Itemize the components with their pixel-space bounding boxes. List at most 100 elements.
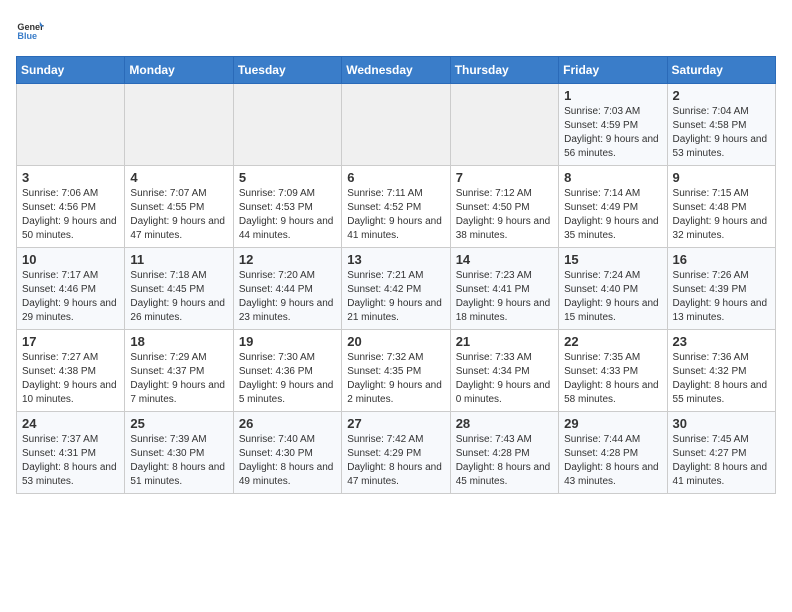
calendar-day: 30 Sunrise: 7:45 AM Sunset: 4:27 PM Dayli…	[667, 412, 775, 494]
day-info: Sunrise: 7:21 AM Sunset: 4:42 PM Dayligh…	[347, 269, 444, 325]
calendar-day: 9 Sunrise: 7:15 AM Sunset: 4:48 PM Daylig…	[667, 166, 775, 248]
day-number: 2	[673, 88, 770, 103]
calendar-day: 3 Sunrise: 7:06 AM Sunset: 4:56 PM Daylig…	[17, 166, 125, 248]
calendar-day: 15 Sunrise: 7:24 AM Sunset: 4:40 PM Dayli…	[559, 248, 667, 330]
day-info: Sunrise: 7:20 AM Sunset: 4:44 PM Dayligh…	[239, 269, 336, 325]
calendar-day: 18 Sunrise: 7:29 AM Sunset: 4:37 PM Dayli…	[125, 330, 233, 412]
day-number: 5	[239, 170, 336, 185]
day-number: 29	[564, 416, 661, 431]
day-info: Sunrise: 7:45 AM Sunset: 4:27 PM Dayligh…	[673, 433, 770, 489]
calendar-day: 28Sunrise: 7:43 AM Sunset: 4:28 PM Dayli…	[450, 412, 558, 494]
day-info: Sunrise: 7:40 AM Sunset: 4:30 PM Dayligh…	[239, 433, 336, 489]
calendar-day: 2 Sunrise: 7:04 AM Sunset: 4:58 PM Daylig…	[667, 84, 775, 166]
calendar-day	[233, 84, 341, 166]
weekday-header-wednesday: Wednesday	[342, 57, 450, 84]
day-number: 4	[130, 170, 227, 185]
weekday-header-friday: Friday	[559, 57, 667, 84]
calendar-week-4: 17 Sunrise: 7:27 AM Sunset: 4:38 PM Dayli…	[17, 330, 776, 412]
day-number: 8	[564, 170, 661, 185]
day-info: Sunrise: 7:18 AM Sunset: 4:45 PM Dayligh…	[130, 269, 227, 325]
calendar-day: 17 Sunrise: 7:27 AM Sunset: 4:38 PM Dayli…	[17, 330, 125, 412]
calendar-day: 25 Sunrise: 7:39 AM Sunset: 4:30 PM Dayli…	[125, 412, 233, 494]
calendar-day: 22Sunrise: 7:35 AM Sunset: 4:33 PM Dayli…	[559, 330, 667, 412]
calendar-day: 11 Sunrise: 7:18 AM Sunset: 4:45 PM Dayli…	[125, 248, 233, 330]
day-info: Sunrise: 7:17 AM Sunset: 4:46 PM Dayligh…	[22, 269, 119, 325]
day-info: Sunrise: 7:12 AM Sunset: 4:50 PM Dayligh…	[456, 187, 553, 243]
day-info: Sunrise: 7:23 AM Sunset: 4:41 PM Dayligh…	[456, 269, 553, 325]
day-info: Sunrise: 7:42 AM Sunset: 4:29 PM Dayligh…	[347, 433, 444, 489]
day-number: 15	[564, 252, 661, 267]
day-number: 13	[347, 252, 444, 267]
day-info: Sunrise: 7:44 AM Sunset: 4:28 PM Dayligh…	[564, 433, 661, 489]
calendar-day: 16Sunrise: 7:26 AM Sunset: 4:39 PM Dayli…	[667, 248, 775, 330]
day-info: Sunrise: 7:11 AM Sunset: 4:52 PM Dayligh…	[347, 187, 444, 243]
day-number: 21	[456, 334, 553, 349]
calendar-day: 24Sunrise: 7:37 AM Sunset: 4:31 PM Dayli…	[17, 412, 125, 494]
day-number: 25	[130, 416, 227, 431]
day-info: Sunrise: 7:36 AM Sunset: 4:32 PM Dayligh…	[673, 351, 770, 407]
day-number: 10	[22, 252, 119, 267]
svg-text:Blue: Blue	[17, 31, 37, 41]
calendar-day	[450, 84, 558, 166]
day-info: Sunrise: 7:29 AM Sunset: 4:37 PM Dayligh…	[130, 351, 227, 407]
calendar-day: 12 Sunrise: 7:20 AM Sunset: 4:44 PM Dayli…	[233, 248, 341, 330]
calendar-day	[342, 84, 450, 166]
day-info: Sunrise: 7:15 AM Sunset: 4:48 PM Dayligh…	[673, 187, 770, 243]
weekday-header-saturday: Saturday	[667, 57, 775, 84]
day-number: 28	[456, 416, 553, 431]
calendar-day: 6 Sunrise: 7:11 AM Sunset: 4:52 PM Daylig…	[342, 166, 450, 248]
day-info: Sunrise: 7:24 AM Sunset: 4:40 PM Dayligh…	[564, 269, 661, 325]
calendar-week-5: 24Sunrise: 7:37 AM Sunset: 4:31 PM Dayli…	[17, 412, 776, 494]
calendar-day: 13 Sunrise: 7:21 AM Sunset: 4:42 PM Dayli…	[342, 248, 450, 330]
calendar-header-row: SundayMondayTuesdayWednesdayThursdayFrid…	[17, 57, 776, 84]
calendar-body: 1 Sunrise: 7:03 AM Sunset: 4:59 PM Daylig…	[17, 84, 776, 494]
day-number: 27	[347, 416, 444, 431]
weekday-header-monday: Monday	[125, 57, 233, 84]
day-number: 7	[456, 170, 553, 185]
day-info: Sunrise: 7:14 AM Sunset: 4:49 PM Dayligh…	[564, 187, 661, 243]
day-info: Sunrise: 7:39 AM Sunset: 4:30 PM Dayligh…	[130, 433, 227, 489]
calendar-table: SundayMondayTuesdayWednesdayThursdayFrid…	[16, 56, 776, 494]
day-info: Sunrise: 7:09 AM Sunset: 4:53 PM Dayligh…	[239, 187, 336, 243]
day-number: 17	[22, 334, 119, 349]
weekday-header-tuesday: Tuesday	[233, 57, 341, 84]
day-number: 18	[130, 334, 227, 349]
day-number: 26	[239, 416, 336, 431]
day-info: Sunrise: 7:04 AM Sunset: 4:58 PM Dayligh…	[673, 105, 770, 161]
calendar-day	[125, 84, 233, 166]
calendar-day: 20 Sunrise: 7:32 AM Sunset: 4:35 PM Dayli…	[342, 330, 450, 412]
day-number: 23	[673, 334, 770, 349]
page-header: General Blue	[16, 16, 776, 44]
day-info: Sunrise: 7:03 AM Sunset: 4:59 PM Dayligh…	[564, 105, 661, 161]
day-number: 9	[673, 170, 770, 185]
day-info: Sunrise: 7:32 AM Sunset: 4:35 PM Dayligh…	[347, 351, 444, 407]
day-number: 6	[347, 170, 444, 185]
day-info: Sunrise: 7:07 AM Sunset: 4:55 PM Dayligh…	[130, 187, 227, 243]
calendar-day: 4 Sunrise: 7:07 AM Sunset: 4:55 PM Daylig…	[125, 166, 233, 248]
calendar-day: 7 Sunrise: 7:12 AM Sunset: 4:50 PM Daylig…	[450, 166, 558, 248]
day-info: Sunrise: 7:37 AM Sunset: 4:31 PM Dayligh…	[22, 433, 119, 489]
day-info: Sunrise: 7:30 AM Sunset: 4:36 PM Dayligh…	[239, 351, 336, 407]
logo-icon: General Blue	[16, 16, 44, 44]
day-info: Sunrise: 7:27 AM Sunset: 4:38 PM Dayligh…	[22, 351, 119, 407]
day-number: 12	[239, 252, 336, 267]
calendar-day: 8 Sunrise: 7:14 AM Sunset: 4:49 PM Daylig…	[559, 166, 667, 248]
calendar-week-3: 10 Sunrise: 7:17 AM Sunset: 4:46 PM Dayli…	[17, 248, 776, 330]
day-info: Sunrise: 7:06 AM Sunset: 4:56 PM Dayligh…	[22, 187, 119, 243]
day-number: 11	[130, 252, 227, 267]
calendar-week-2: 3 Sunrise: 7:06 AM Sunset: 4:56 PM Daylig…	[17, 166, 776, 248]
calendar-day: 10 Sunrise: 7:17 AM Sunset: 4:46 PM Dayli…	[17, 248, 125, 330]
calendar-day: 1 Sunrise: 7:03 AM Sunset: 4:59 PM Daylig…	[559, 84, 667, 166]
day-number: 20	[347, 334, 444, 349]
day-info: Sunrise: 7:35 AM Sunset: 4:33 PM Dayligh…	[564, 351, 661, 407]
calendar-day: 21Sunrise: 7:33 AM Sunset: 4:34 PM Dayli…	[450, 330, 558, 412]
calendar-day	[17, 84, 125, 166]
day-number: 19	[239, 334, 336, 349]
day-number: 3	[22, 170, 119, 185]
day-number: 1	[564, 88, 661, 103]
day-number: 30	[673, 416, 770, 431]
calendar-day: 26 Sunrise: 7:40 AM Sunset: 4:30 PM Dayli…	[233, 412, 341, 494]
weekday-header-sunday: Sunday	[17, 57, 125, 84]
calendar-day: 19 Sunrise: 7:30 AM Sunset: 4:36 PM Dayli…	[233, 330, 341, 412]
calendar-day: 23 Sunrise: 7:36 AM Sunset: 4:32 PM Dayli…	[667, 330, 775, 412]
